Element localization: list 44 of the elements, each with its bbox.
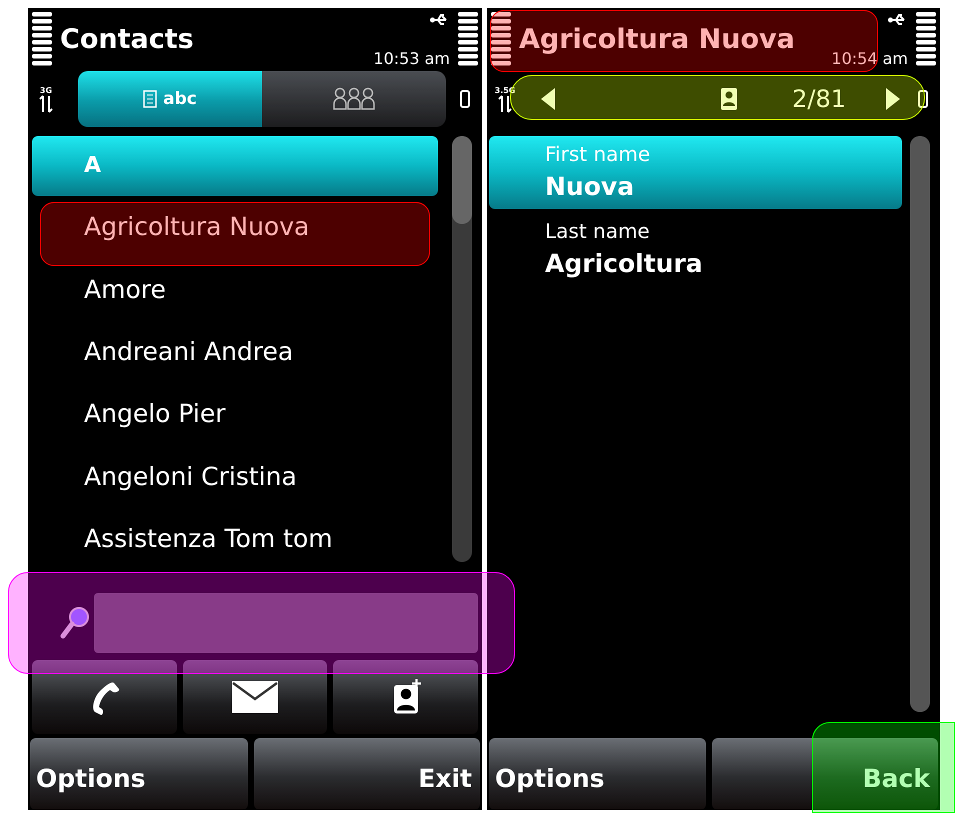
notebook-icon: [143, 90, 158, 108]
tab[interactable]: [262, 71, 446, 127]
action-button[interactable]: [182, 660, 328, 734]
contact-item[interactable]: Agricoltura Nuova: [28, 196, 444, 258]
screen-title: Contacts: [59, 22, 195, 56]
previous-arrow-icon[interactable]: [541, 88, 555, 110]
field-value: Nuova: [545, 172, 636, 201]
contact-item[interactable]: Angeloni Cristina: [28, 445, 444, 508]
keylock-icon: [918, 90, 928, 108]
data-transfer-icon: [39, 94, 53, 112]
search-icon: [60, 606, 90, 640]
action-button[interactable]: [32, 660, 177, 734]
contact-item[interactable]: Amore: [28, 258, 444, 320]
contact-item[interactable]: Angelo Pier: [28, 382, 444, 446]
envelope-icon: [232, 681, 278, 713]
softkey[interactable]: Back: [712, 738, 938, 810]
contact-counter: 2/81: [792, 85, 846, 113]
contact-item[interactable]: Assistenza Tom tom: [28, 508, 444, 570]
people-group-icon: [333, 87, 375, 111]
field-label: Last name: [545, 219, 651, 243]
network-label: 3G: [40, 86, 52, 94]
search-field[interactable]: [94, 593, 478, 653]
scrollbar[interactable]: [910, 136, 930, 712]
clock-time: 10:54 am: [831, 49, 908, 68]
screen-title: Agricoltura Nuova: [518, 22, 796, 56]
battery-level-icon: [458, 12, 478, 68]
field-label: First name: [545, 142, 652, 166]
contact-item[interactable]: Andreani Andrea: [28, 320, 444, 383]
section-header: A: [32, 136, 438, 196]
signal-strength-icon: [491, 12, 511, 68]
field-value: Agricoltura: [545, 249, 704, 278]
softkey[interactable]: Exit: [254, 738, 480, 810]
keylock-icon: [460, 90, 470, 108]
contact-card-icon: [718, 87, 739, 111]
action-button[interactable]: [333, 660, 478, 734]
scrollbar[interactable]: [452, 136, 472, 562]
contact-field[interactable]: Last name Agricoltura: [489, 213, 902, 286]
data-transfer-icon: [498, 94, 512, 112]
signal-strength-icon: [32, 12, 52, 68]
battery-level-icon: [916, 12, 936, 68]
clock-time: 10:53 am: [373, 49, 450, 68]
softkey[interactable]: Options: [30, 738, 248, 810]
softkey[interactable]: Options: [489, 738, 706, 810]
next-arrow-icon[interactable]: [886, 88, 900, 110]
